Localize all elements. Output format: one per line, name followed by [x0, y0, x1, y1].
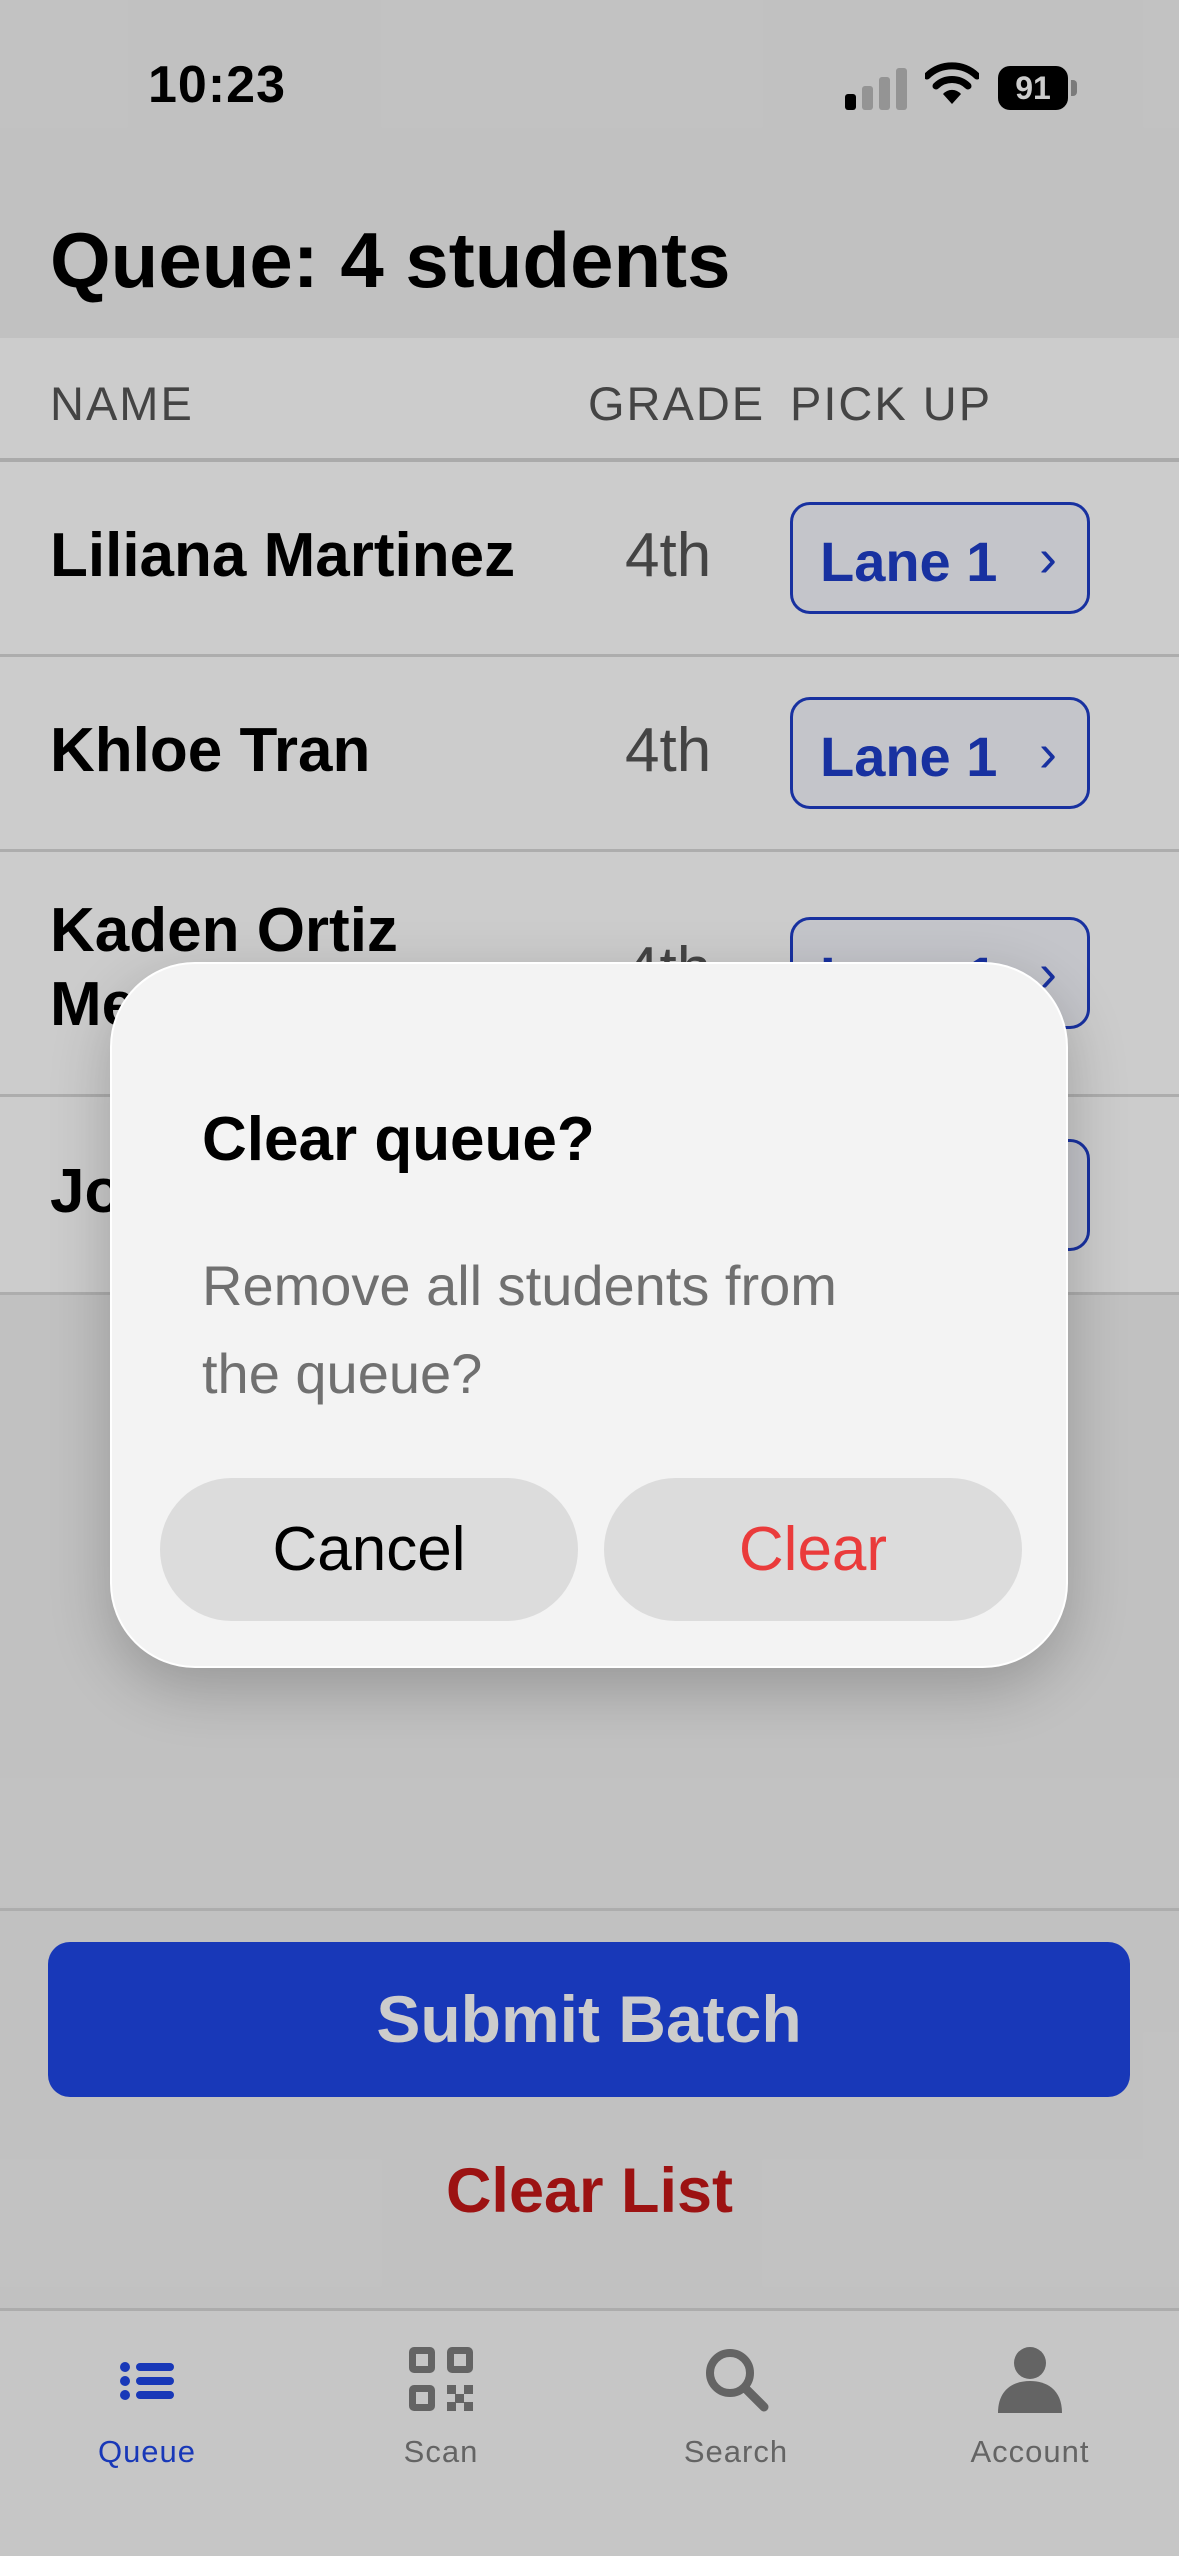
- confirm-clear-button[interactable]: Clear: [604, 1478, 1022, 1621]
- cancel-button[interactable]: Cancel: [160, 1478, 578, 1621]
- clear-queue-dialog: Clear queue? Remove all students from th…: [110, 962, 1068, 1668]
- dialog-message: Remove all students from the queue?: [202, 1254, 837, 1405]
- dialog-title: Clear queue?: [202, 1105, 595, 1174]
